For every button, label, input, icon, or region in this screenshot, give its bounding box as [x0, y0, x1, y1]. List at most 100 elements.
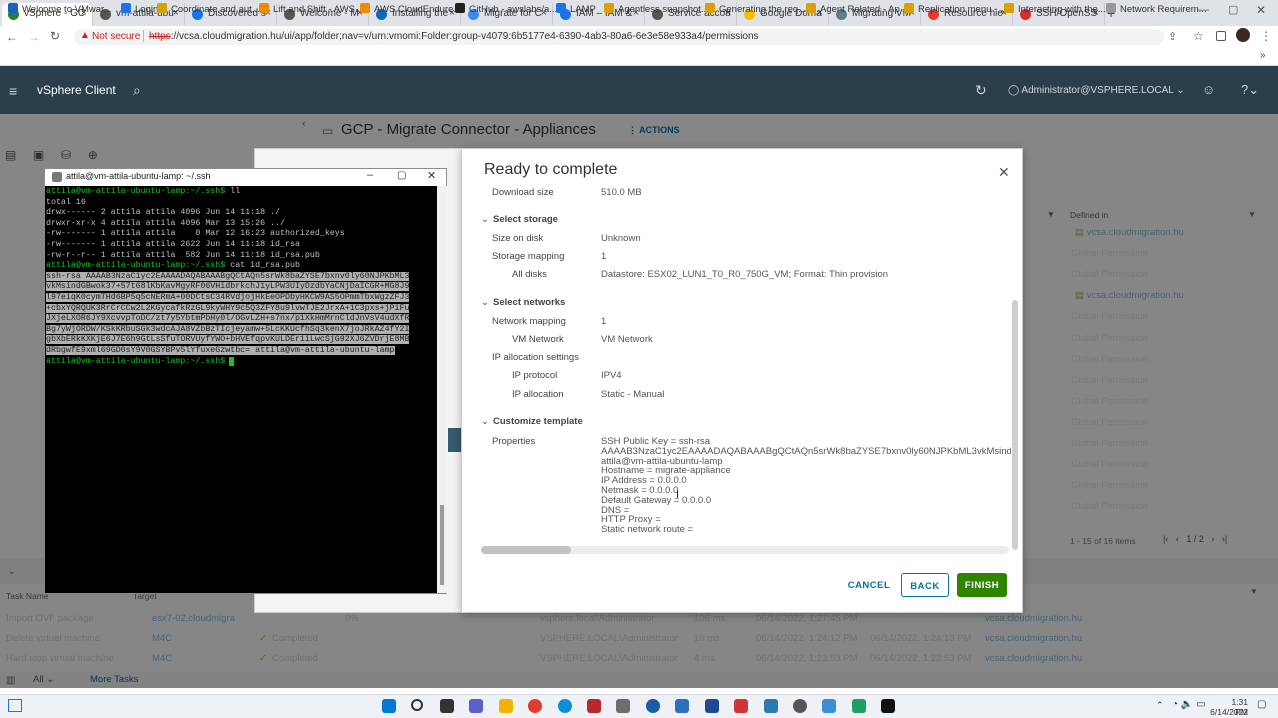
property-line: Default Gateway = 0.0.0.0 [601, 494, 712, 506]
select-storage-section[interactable]: Select storage [481, 214, 558, 225]
bookmark-icon [904, 3, 914, 13]
terminal-text: -rw-r--r-- 1 attila attila 582 Jun 14 11… [46, 250, 320, 260]
terminal-line: drwxr-xr-x 4 attila attila 4096 Mar 13 1… [46, 219, 436, 230]
bookmark-label: Login [135, 4, 159, 15]
profile-avatar[interactable] [1236, 28, 1250, 42]
terminal-scroll-thumb[interactable] [440, 505, 444, 585]
forward-arrow-icon[interactable]: → [28, 30, 40, 44]
bookmark-item[interactable]: Welcome to VMwar... [8, 3, 112, 15]
sidebar-icon[interactable] [1216, 31, 1226, 41]
bookmark-label: Generating the req... [719, 4, 807, 15]
network-mapping-value: 1 [601, 316, 607, 327]
bookmark-item[interactable]: Agentless snapshot... [604, 3, 709, 15]
remote-desktop-icon[interactable] [822, 699, 836, 713]
window-maximize-icon[interactable]: ▢ [1228, 3, 1238, 16]
refresh-icon[interactable]: ↻ [975, 82, 987, 99]
bookmarks-overflow-icon[interactable]: » [1260, 50, 1266, 61]
app-title[interactable]: vSphere Client [37, 83, 116, 97]
feedback-icon[interactable]: ☺ [1202, 82, 1215, 97]
app-icon[interactable] [646, 699, 660, 713]
notifications-icon[interactable]: ▢ [1257, 699, 1266, 710]
bookmark-item[interactable]: Login [121, 3, 158, 15]
teams-chat-icon[interactable] [469, 699, 483, 713]
terminal-line: +cbxYQRQUK3RrCrCCw2L2KGycafkRzGL9kyWHY9c… [46, 303, 436, 315]
tray-icons[interactable]: ◔ 🔈 ▭ [1172, 699, 1206, 710]
url-divider [143, 30, 144, 42]
terminal-icon[interactable] [881, 699, 895, 713]
clock-date[interactable]: 6/14/2022 [1208, 707, 1248, 717]
search-icon[interactable]: ⌕ [133, 82, 141, 99]
user-menu[interactable]: ◯ Administrator@VSPHERE.LOCAL ⌄ [1008, 85, 1185, 96]
bookmark-icon [556, 3, 566, 13]
dialog-horizontal-scroll-thumb[interactable] [481, 546, 571, 554]
bookmark-label: Lift and Shift - AWS... [273, 4, 363, 15]
terminal-line: total 16 [46, 198, 436, 209]
bookmark-item[interactable]: Agent Related - Ap... [806, 3, 908, 15]
reload-icon[interactable]: ↻ [50, 29, 60, 43]
bookmark-item[interactable]: Interacting with the... [1004, 3, 1106, 15]
terminal-line: Bg7yWjORDW/KSkKRbuSGk3wdcAJA8VZbBzTIcjey… [46, 324, 436, 336]
terminal-app-icon [52, 172, 62, 182]
bookmark-item[interactable]: AWS CloudEndure... [360, 3, 461, 15]
share-icon[interactable]: ⇪ [1168, 30, 1177, 43]
not-secure-label: Not secure [92, 31, 141, 42]
bookmark-icon [121, 3, 131, 13]
bookmark-item[interactable]: Network Requirem... [1106, 3, 1207, 15]
settings-gear-icon[interactable] [793, 699, 807, 713]
app-icon[interactable] [705, 699, 719, 713]
bookmark-star-icon[interactable]: ☆ [1193, 29, 1204, 43]
ip-allocation-label: IP allocation [512, 389, 564, 400]
cancel-button[interactable]: CANCEL [843, 573, 895, 597]
task-view-icon[interactable] [440, 699, 454, 713]
bookmark-item[interactable]: Coordinate and aut... [157, 3, 260, 15]
url-text[interactable]: https://vcsa.cloudmigration.hu/ui/app/fo… [149, 31, 759, 42]
app-icon[interactable] [734, 699, 748, 713]
all-disks-value: Datastore: ESX02_LUN1_T0_R0_750G_VM; For… [601, 269, 889, 280]
terminal-maximize-icon[interactable]: ▢ [397, 170, 406, 181]
dialog-vertical-scrollbar[interactable] [1012, 300, 1018, 550]
terminal-text: l97eiqK0cymTHd6BP5q5cNERmA+00DCtsC34RVdj… [46, 292, 410, 302]
browser-menu-icon[interactable]: ⋮ [1260, 29, 1272, 43]
terminal-line: attila@vm-attila-ubuntu-lamp:~/.ssh$ cat… [46, 261, 436, 272]
bookmark-item[interactable]: Replication menu -... [904, 3, 1005, 15]
terminal-minimize-icon[interactable]: – [367, 169, 373, 181]
battery-icon: ▭ [1196, 699, 1206, 710]
customize-template-section[interactable]: Customize template [481, 416, 583, 427]
window-close-icon[interactable]: ✕ [1256, 3, 1266, 17]
edge-icon[interactable] [558, 699, 572, 713]
bookmark-item[interactable]: GitHub - awslabs/a... [455, 3, 557, 15]
hamburger-menu-icon[interactable]: ≡ [9, 83, 17, 99]
terminal-close-icon[interactable]: ✕ [427, 169, 436, 182]
bookmark-label: Replication menu -... [918, 4, 1006, 15]
vscode-icon[interactable] [675, 699, 689, 713]
start-button-icon[interactable] [382, 699, 396, 713]
windows-taskbar [0, 694, 1278, 718]
not-secure-warning-icon: ▲ [80, 30, 90, 41]
property-line: DNS = [601, 504, 630, 516]
chrome-icon[interactable] [528, 699, 542, 713]
terminal-text: -rw------- 1 attila attila 0 Mar 12 16:2… [46, 229, 345, 239]
tray-chevron-icon[interactable]: ⌃ [1156, 700, 1164, 711]
app-icon[interactable] [764, 699, 778, 713]
select-networks-section[interactable]: Select networks [481, 297, 565, 308]
vm-network-label: VM Network [512, 334, 564, 345]
bookmark-item[interactable]: Lift and Shift - AWS... [259, 3, 363, 15]
app-icon[interactable] [852, 699, 866, 713]
close-icon[interactable]: ✕ [998, 164, 1010, 181]
bookmark-label: LAMP [570, 4, 596, 15]
file-explorer-icon[interactable] [499, 699, 513, 713]
volume-icon: 🔈 [1180, 699, 1194, 710]
task-view-icon[interactable] [8, 699, 22, 712]
finish-button[interactable]: FINISH [957, 573, 1007, 597]
bookmark-item[interactable]: Generating the req... [705, 3, 806, 15]
terminal-body[interactable]: attila@vm-attila-ubuntu-lamp:~/.ssh$ ll t… [45, 186, 437, 593]
app-icon[interactable] [587, 699, 601, 713]
search-icon[interactable] [411, 699, 423, 711]
back-arrow-icon[interactable]: ← [6, 30, 18, 44]
putty-icon[interactable] [616, 699, 630, 713]
terminal-text: -rw------- 1 attila attila 2622 Jun 14 1… [46, 239, 300, 249]
bookmark-label: Interacting with the... [1018, 4, 1106, 15]
help-icon[interactable]: ?⌄ [1241, 82, 1259, 98]
back-button[interactable]: BACK [901, 573, 949, 597]
bookmark-item[interactable]: LAMP [556, 3, 596, 15]
